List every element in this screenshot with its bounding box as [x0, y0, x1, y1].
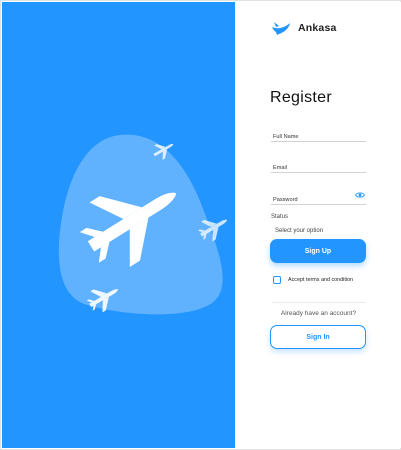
email-field	[271, 156, 366, 176]
password-input[interactable]	[271, 192, 366, 208]
password-field	[271, 188, 366, 208]
page-title: Register	[270, 89, 332, 106]
terms-checkbox[interactable]	[273, 276, 281, 284]
sign-up-button[interactable]: Sign Up	[270, 239, 366, 263]
terms-label: Accept terms and condition	[288, 277, 354, 283]
app-window: Ankasa Register Status Select your optio…	[0, 0, 401, 450]
brand-name: Ankasa	[298, 22, 337, 34]
terms-row: Accept terms and condition	[273, 276, 353, 284]
full-name-field	[271, 125, 366, 145]
sign-in-button[interactable]: Sign In	[270, 325, 366, 349]
email-input[interactable]	[271, 160, 366, 176]
full-name-input[interactable]	[271, 129, 366, 145]
status-label: Status	[271, 214, 289, 220]
register-panel: Ankasa Register Status Select your optio…	[235, 2, 401, 448]
divider	[272, 302, 366, 303]
already-account-text: Already have an account?	[280, 310, 357, 317]
status-select[interactable]: Select your option	[271, 225, 366, 237]
eye-icon[interactable]	[355, 191, 365, 199]
hero-panel	[2, 2, 235, 448]
brand: Ankasa	[271, 20, 337, 36]
plane-logo-icon	[272, 22, 290, 35]
plane-illustration	[58, 134, 228, 315]
